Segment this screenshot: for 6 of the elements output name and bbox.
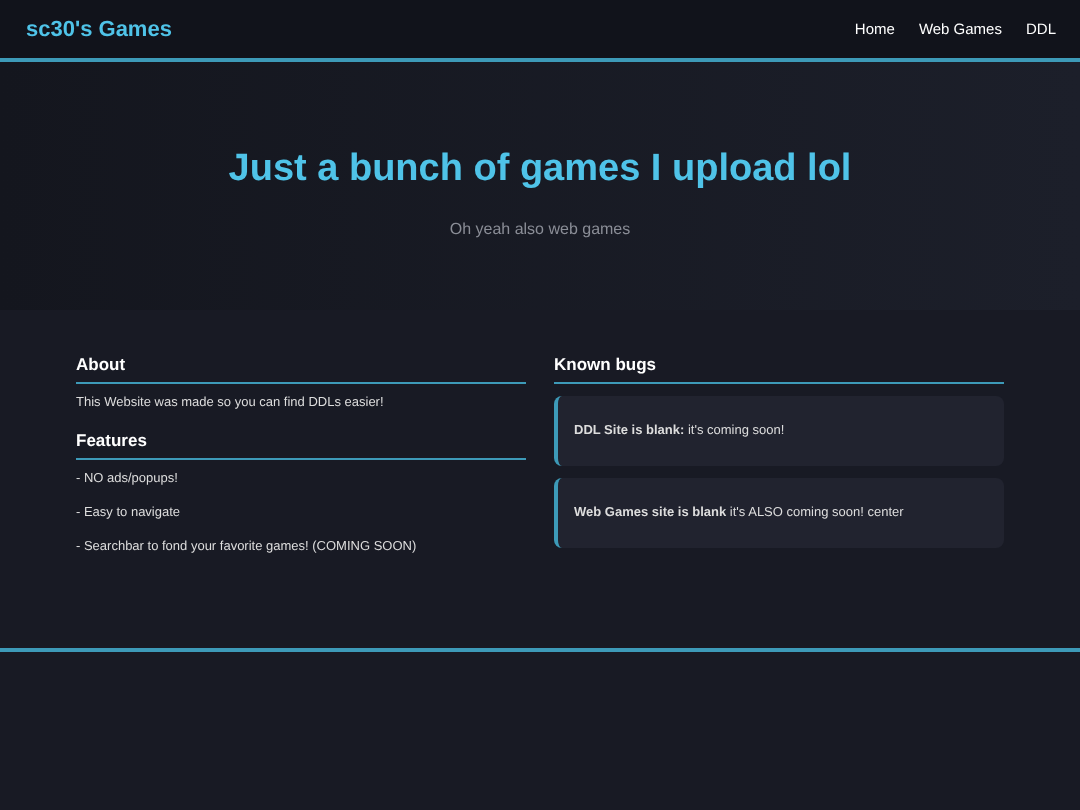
section-heading: Features	[76, 430, 526, 460]
hero-title: Just a bunch of games I upload lol	[228, 148, 852, 192]
section-heading: Known bugs	[554, 354, 1004, 384]
section-heading: About	[76, 354, 526, 384]
hero-subtitle: Oh yeah also web games	[449, 220, 631, 238]
site-logo[interactable]: sc30's Games	[26, 17, 172, 41]
